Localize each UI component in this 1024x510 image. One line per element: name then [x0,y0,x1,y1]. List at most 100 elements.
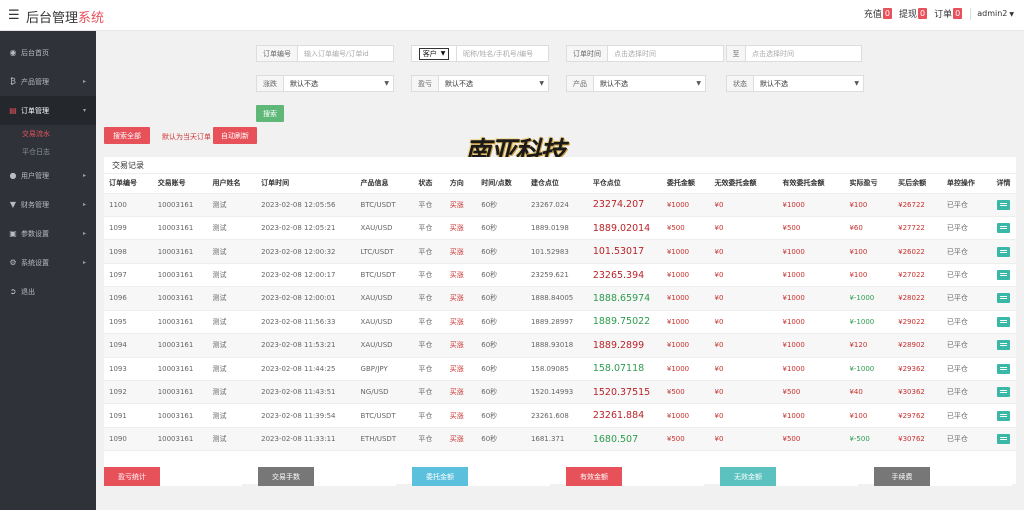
cell-pnl: ¥-1000 [844,310,894,335]
detail-icon[interactable] [996,246,1010,257]
profit-select[interactable]: 默认不选 ▼ [439,75,549,92]
status-label: 状态 [726,75,754,92]
detail-icon[interactable] [996,434,1010,445]
cell-dir: 买涨 [444,239,477,264]
cell-time: 2023-02-08 12:00:17 [256,263,356,288]
withdraw-link[interactable]: 提现 0 [899,7,928,20]
cell-time: 2023-02-08 11:33:11 [256,427,356,452]
cell-pnl: ¥100 [844,403,894,428]
detail-icon[interactable] [996,316,1010,327]
cell-status: 平仓 [413,403,445,428]
cell-open: 23259.621 [525,263,588,288]
cell-invalid: ¥0 [709,403,778,428]
detail-icon[interactable] [996,293,1010,304]
sidebar-subitem-trade-flow[interactable]: 交易流水 [0,125,96,143]
sidebar-item-home[interactable]: ◉ 后台首页 [0,38,96,67]
cell-dir: 买涨 [444,310,477,335]
sidebar-item-users[interactable]: ● 用户管理 ▸ [0,161,96,190]
cell-op: 已平仓 [941,403,992,428]
cell-name: 测试 [207,333,257,358]
admin-name: admin2 [977,9,1008,18]
stat-label: 无效金额 [720,467,776,486]
column-header: 单控操作 [941,174,992,194]
status-select[interactable]: 默认不选 ▼ [754,75,864,92]
detail-icon[interactable] [996,223,1010,234]
product-select[interactable]: 默认不选 ▼ [594,75,706,92]
order-icon: ▤ [9,106,17,115]
sidebar-item-system[interactable]: ⚙ 系统设置 ▸ [0,248,96,277]
brand-main: 后台管理 [26,11,79,26]
cell-valid: ¥1000 [777,403,845,428]
cell-balance: ¥29762 [893,403,942,428]
search-button[interactable]: 搜索 [256,105,284,122]
sidebar-item-label: 订单管理 [21,106,49,115]
detail-icon[interactable] [996,199,1010,210]
stat-value [468,467,550,486]
cell-invalid: ¥0 [709,286,778,311]
sidebar-item-products[interactable]: ₿ 产品管理 ▸ [0,67,96,96]
detail-icon[interactable] [996,387,1010,398]
sidebar-item-finance[interactable]: ▼ 财务管理 ▸ [0,190,96,219]
detail-icon[interactable] [996,270,1010,281]
table-row: 1094 10003161 测试 2023-02-08 11:53:21 XAU/USD… [104,333,1016,358]
cell-time: 2023-02-08 11:56:33 [256,310,356,335]
cell-period: 60秒 [476,357,526,382]
order-link[interactable]: 订单 0 [934,7,963,20]
cell-id: 1100 [104,193,153,217]
direction-select[interactable]: 默认不选 ▼ [284,75,394,92]
menu-toggle-icon[interactable]: ☰ [8,8,20,23]
time-from-input[interactable]: 点击选择时间 [608,45,724,62]
cell-dir: 买涨 [444,403,477,428]
recharge-link[interactable]: 充值 0 [864,7,892,20]
cell-open: 1888.93018 [525,333,588,358]
cell-product: XAU/USD [355,310,414,335]
chevron-down-icon: ▼ [539,80,544,87]
search-all-button[interactable]: 搜索全部 [104,127,150,144]
customer-select[interactable]: 客户 ▼ [418,47,450,60]
customer-input[interactable]: 昵称/姓名/手机号/编号 [457,45,549,62]
cell-period: 60秒 [476,380,526,405]
cell-close: 1520.37515 [587,380,662,405]
detail-icon[interactable] [996,340,1010,351]
detail-icon[interactable] [996,363,1010,374]
cell-op: 已平仓 [941,310,992,335]
cell-account: 10003161 [152,286,208,311]
auto-refresh-button[interactable]: 自动刷新 [213,127,257,144]
cell-pnl: ¥100 [844,239,894,264]
cell-open: 1681.371 [525,427,588,452]
cell-id: 1093 [104,357,153,382]
cell-account: 10003161 [152,310,208,335]
cell-dir: 买涨 [444,193,477,217]
cell-status: 平仓 [413,427,445,452]
chevron-right-icon: ▸ [82,172,86,179]
sidebar-item-params[interactable]: ▣ 参数设置 ▸ [0,219,96,248]
chevron-down-icon: ▼ [854,80,859,87]
sidebar-item-logout[interactable]: ➲ 退出 [0,277,96,306]
cell-name: 测试 [207,193,257,217]
admin-menu[interactable]: admin2 ▼ [977,9,1014,18]
table-row: 1092 10003161 测试 2023-02-08 11:43:51 NG/USD 平… [104,380,1016,405]
cell-id: 1090 [104,427,153,452]
sidebar-subitem-close-log[interactable]: 平仓日志 [0,143,96,161]
cell-account: 10003161 [152,380,208,405]
cell-close: 23274.207 [587,193,662,217]
cell-valid: ¥1000 [777,333,845,358]
cell-period: 60秒 [476,263,526,288]
column-header: 用户姓名 [207,174,257,194]
cell-name: 测试 [207,403,257,428]
detail-icon[interactable] [996,410,1010,421]
stat-value [622,467,704,486]
sidebar-item-orders[interactable]: ▤ 订单管理 ▾ [0,96,96,125]
cell-period: 60秒 [476,403,526,428]
cell-open: 101.52983 [525,239,588,264]
cell-open: 23267.024 [525,193,588,217]
cell-id: 1095 [104,310,153,335]
cell-invalid: ¥0 [709,357,778,382]
cell-product: LTC/USDT [355,239,414,264]
cell-name: 测试 [207,286,257,311]
withdraw-badge: 0 [918,8,928,19]
time-to-input[interactable]: 点击选择时间 [746,45,862,62]
stat-group: 交易手数 [258,467,396,486]
order-no-input[interactable]: 输入订单编号/订单id [298,45,394,62]
order-time-filter: 订单时间 点击选择时间 [566,45,724,62]
